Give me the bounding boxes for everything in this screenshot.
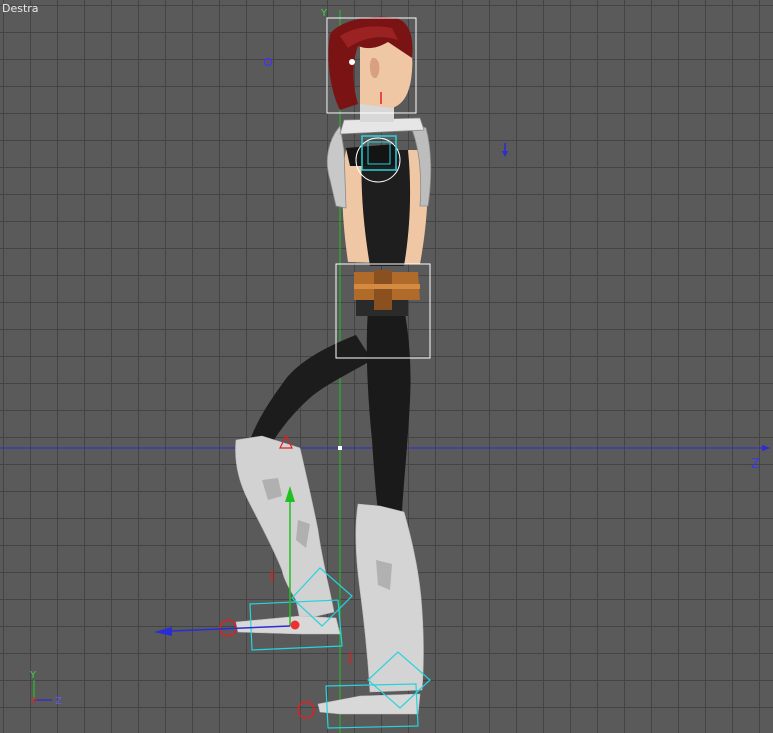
z-axis-label: Z xyxy=(751,457,760,472)
torso-vest xyxy=(361,150,411,266)
scene-canvas[interactable]: Z Y Y Z xyxy=(0,0,773,733)
belt-band xyxy=(354,284,420,289)
shoulder-pad-back xyxy=(326,125,347,209)
y-axis-label: Y xyxy=(320,8,328,19)
camera-target-icon[interactable] xyxy=(502,143,508,157)
belt-buckle xyxy=(374,270,392,310)
z-axis-arrow xyxy=(762,445,770,451)
heel-controller-standing[interactable] xyxy=(297,701,315,719)
standing-boot xyxy=(355,503,424,693)
standing-leg xyxy=(366,308,411,512)
eye xyxy=(349,59,355,65)
gizmo-z-label: Z xyxy=(55,696,62,707)
viewport-right-view[interactable]: Destra Z Y Y Z xyxy=(0,0,773,733)
raised-boot xyxy=(235,435,335,621)
light-target-dot xyxy=(267,61,269,63)
origin-marker xyxy=(338,446,342,450)
character-model[interactable] xyxy=(235,16,432,715)
axis-gizmo-icon: Y Z xyxy=(29,670,62,707)
raised-thigh xyxy=(250,335,372,450)
gizmo-y-label: Y xyxy=(29,670,37,681)
